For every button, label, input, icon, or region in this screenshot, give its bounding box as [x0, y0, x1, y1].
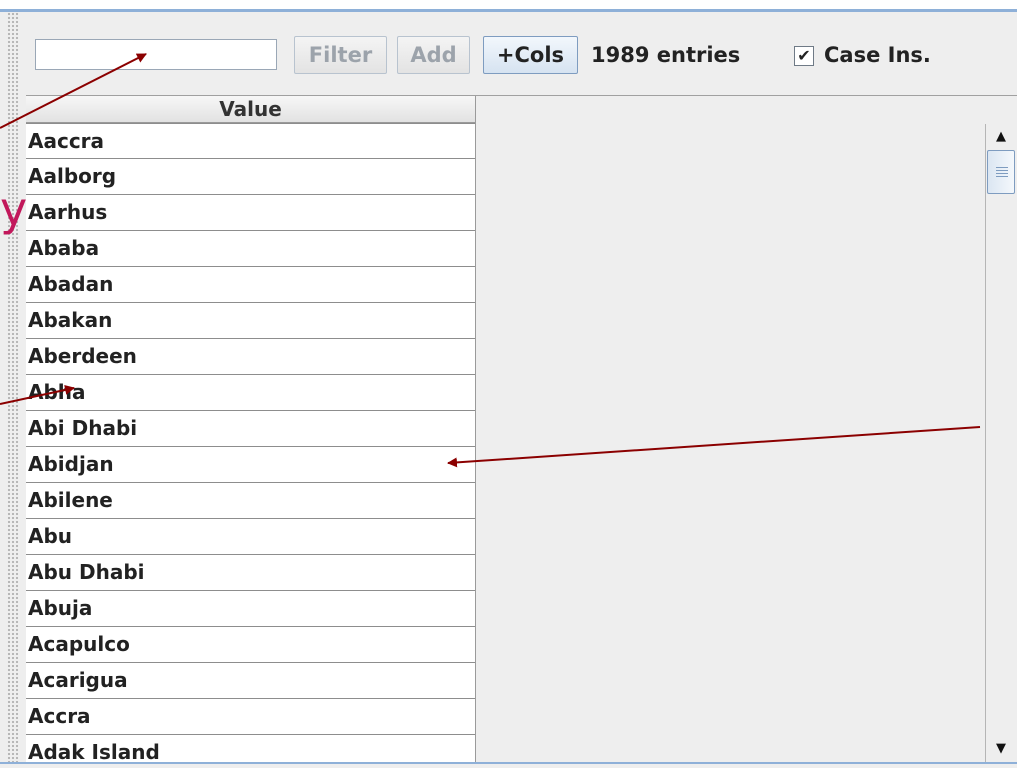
- thumb-grip-icon: [996, 167, 1008, 177]
- table-row[interactable]: Aberdeen: [26, 339, 475, 375]
- empty-table-area: [478, 96, 984, 762]
- table-row[interactable]: Accra: [26, 699, 475, 735]
- filter-button[interactable]: Filter: [294, 36, 387, 74]
- bottom-border: [0, 762, 1017, 764]
- add-columns-button[interactable]: +Cols: [483, 36, 578, 74]
- case-insensitive-label[interactable]: Case Ins.: [824, 43, 931, 67]
- table-row[interactable]: Adak Island: [26, 735, 475, 762]
- add-button[interactable]: Add: [397, 36, 470, 74]
- table-row[interactable]: Aarhus: [26, 195, 475, 231]
- table-row[interactable]: Aaccra: [26, 123, 475, 159]
- table-row[interactable]: Abu Dhabi: [26, 555, 475, 591]
- scroll-thumb[interactable]: [987, 150, 1015, 194]
- table-row[interactable]: Aalborg: [26, 159, 475, 195]
- up-arrow-icon[interactable]: ▲: [986, 124, 1016, 150]
- down-arrow-icon[interactable]: ▼: [986, 736, 1016, 762]
- table-row[interactable]: Abha: [26, 375, 475, 411]
- case-insensitive-checkbox[interactable]: ✔: [794, 46, 814, 66]
- table-row[interactable]: Abadan: [26, 267, 475, 303]
- filter-table-panel: Filter Add +Cols 1989 entries ✔ Case Ins…: [26, 12, 1017, 762]
- table-row[interactable]: Ababa: [26, 231, 475, 267]
- table-row[interactable]: Abakan: [26, 303, 475, 339]
- table-row[interactable]: Abu: [26, 519, 475, 555]
- table-rows: Aaccra Aalborg Aarhus Ababa Abadan Abakan Aber…: [26, 123, 476, 762]
- table-row[interactable]: Abuja: [26, 591, 475, 627]
- drag-grip-handle[interactable]: [7, 12, 19, 762]
- table-row[interactable]: Abi Dhabi: [26, 411, 475, 447]
- table-row[interactable]: Acarigua: [26, 663, 475, 699]
- top-border: [0, 0, 1017, 12]
- entries-count: 1989 entries: [591, 43, 741, 67]
- values-table: Value Aaccra Aalborg Aarhus Ababa Abadan Abak…: [26, 95, 1017, 762]
- table-panel-window: Filter Add +Cols 1989 entries ✔ Case Ins…: [0, 0, 1017, 768]
- table-row[interactable]: Acapulco: [26, 627, 475, 663]
- filter-input[interactable]: [35, 39, 277, 70]
- column-header-value[interactable]: Value: [26, 96, 476, 123]
- table-row[interactable]: Abidjan: [26, 447, 475, 483]
- vertical-scrollbar[interactable]: ▲ ▼: [985, 124, 1017, 762]
- table-row[interactable]: Abilene: [26, 483, 475, 519]
